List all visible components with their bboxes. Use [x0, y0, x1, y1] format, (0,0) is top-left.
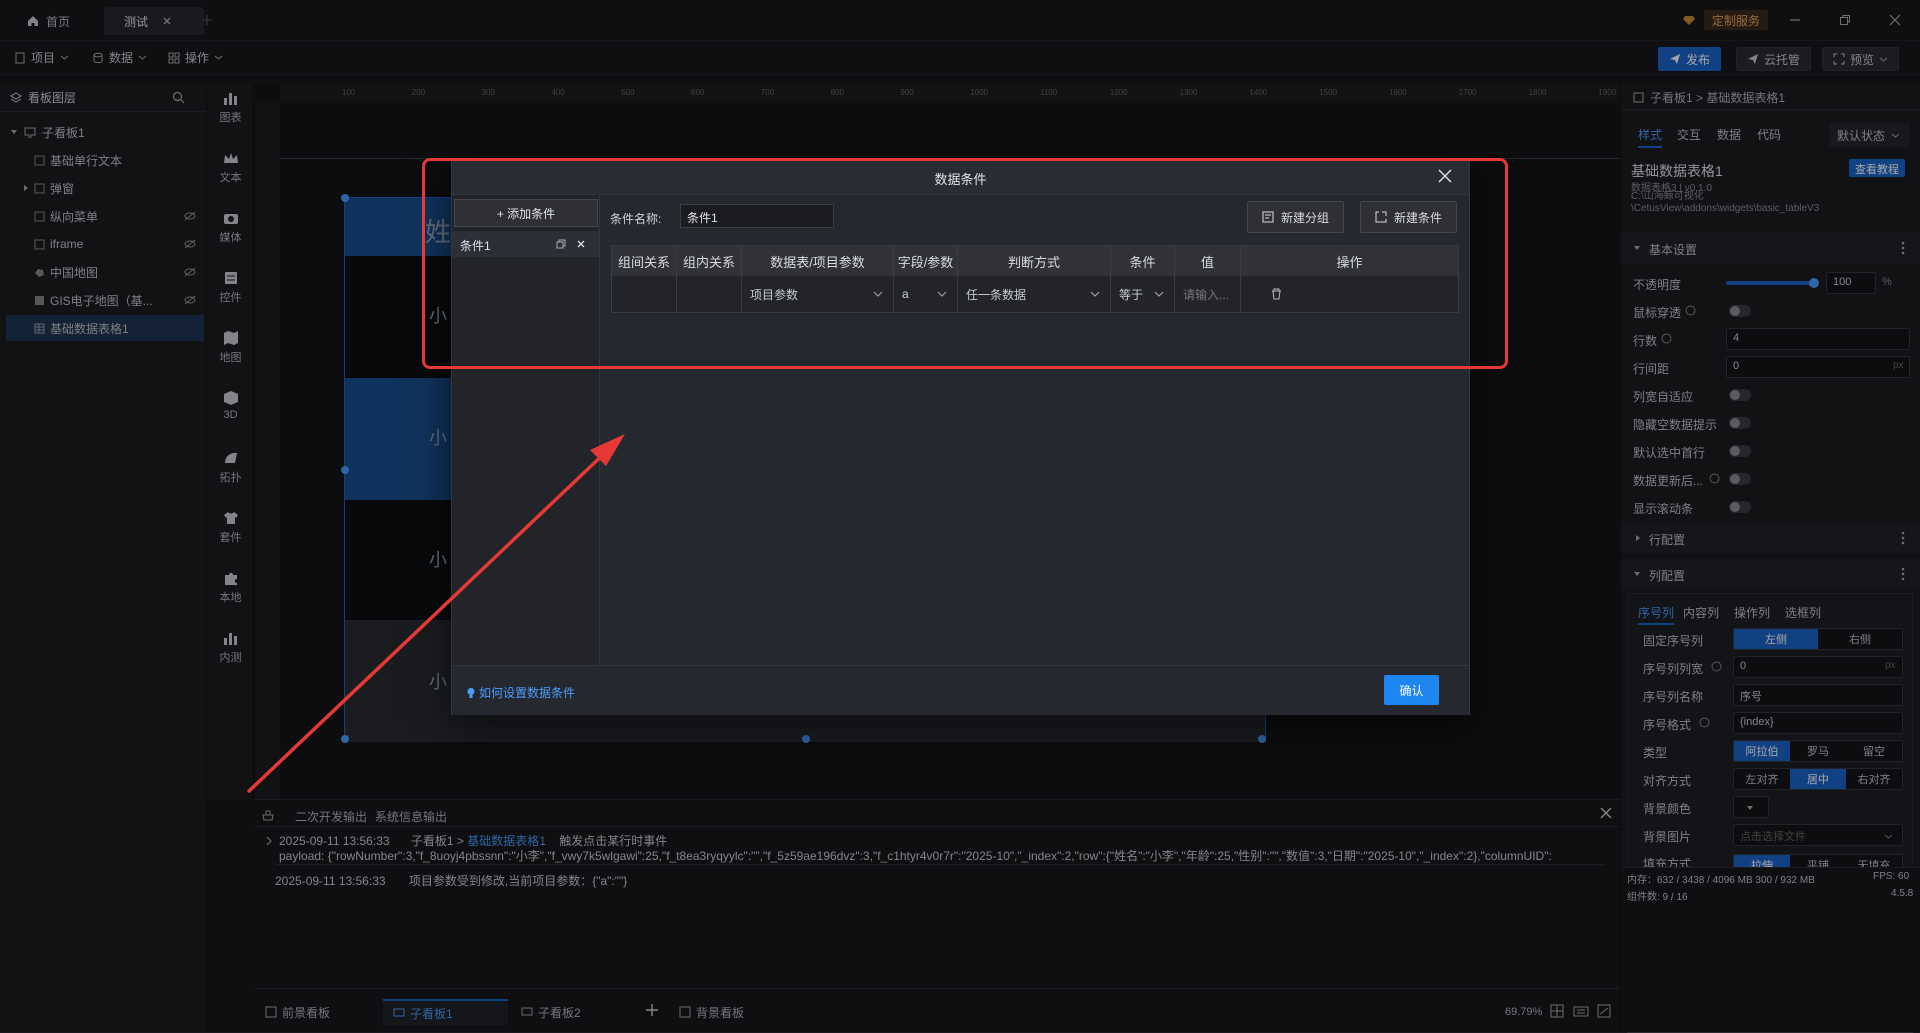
- highlight-box: [422, 158, 1508, 369]
- confirm-button[interactable]: 确认: [1384, 675, 1439, 705]
- annotation-arrow: [246, 434, 625, 794]
